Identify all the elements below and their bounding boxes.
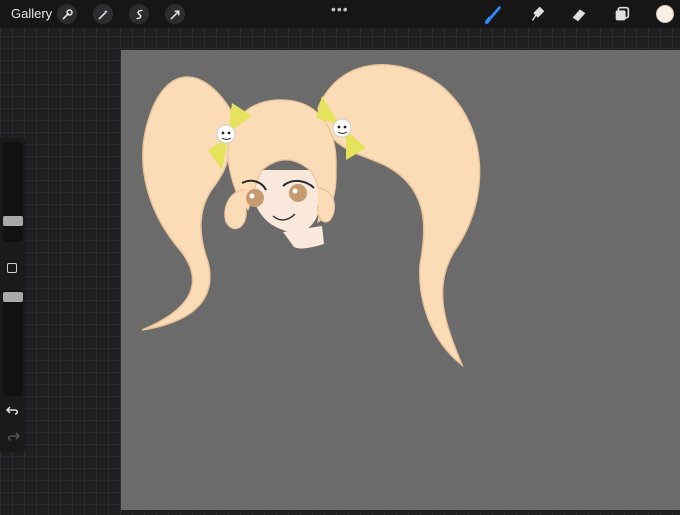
selection-icon[interactable] [129, 4, 149, 24]
side-toolbar [0, 138, 26, 452]
brush-size-thumb[interactable] [3, 216, 23, 226]
gallery-button[interactable]: Gallery [11, 6, 52, 21]
brush-size-slider[interactable] [3, 142, 23, 242]
modify-button[interactable] [7, 263, 17, 273]
top-toolbar: Gallery ••• [0, 0, 680, 28]
more-options-icon[interactable]: ••• [331, 2, 349, 16]
opacity-thumb[interactable] [3, 292, 23, 302]
color-picker-button[interactable] [656, 5, 674, 23]
redo-icon[interactable] [6, 430, 20, 442]
transform-arrow-icon[interactable] [165, 4, 185, 24]
smudge-icon[interactable] [526, 3, 548, 25]
magic-wand-icon[interactable] [93, 4, 113, 24]
undo-icon[interactable] [6, 404, 20, 416]
layers-icon[interactable] [611, 3, 633, 25]
wrench-icon[interactable] [57, 4, 77, 24]
drawing-canvas[interactable] [121, 50, 680, 510]
brush-icon[interactable] [483, 3, 505, 25]
artwork-illustration [141, 64, 481, 368]
eraser-icon[interactable] [568, 3, 590, 25]
opacity-slider[interactable] [3, 290, 23, 396]
